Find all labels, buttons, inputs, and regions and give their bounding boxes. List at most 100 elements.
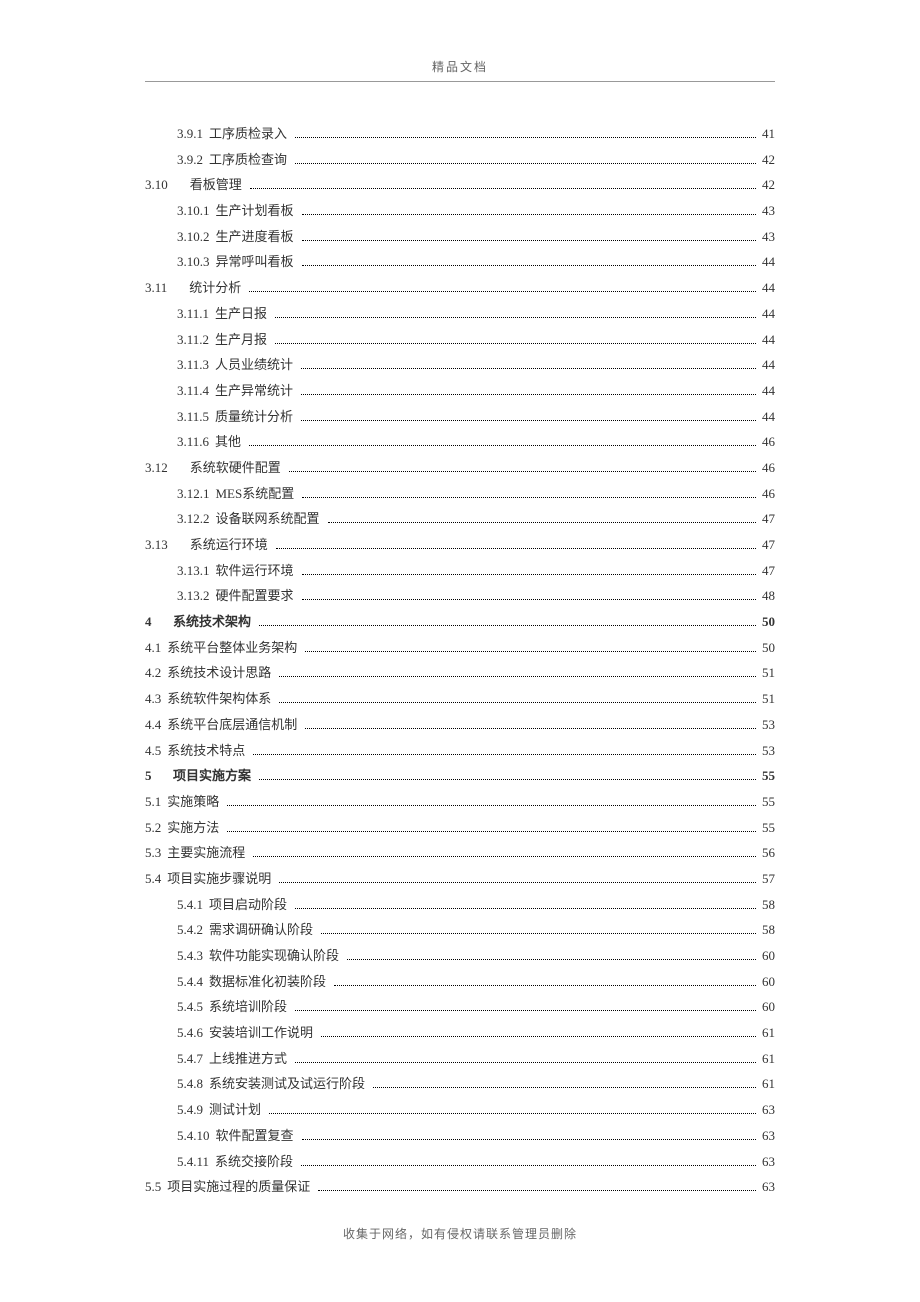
toc-entry-number: 3.12	[145, 456, 168, 481]
toc-entry-page: 55	[762, 816, 775, 841]
toc-entry-number: 5.2	[145, 816, 161, 841]
toc-entry-label: 异常呼叫看板	[216, 250, 294, 275]
toc-entry[interactable]: 5.5项目实施过程的质量保证63	[145, 1175, 775, 1200]
toc-entry-number: 3.11.2	[177, 328, 209, 353]
toc-entry-label: 生产异常统计	[215, 379, 293, 404]
toc-entry-page: 44	[762, 379, 775, 404]
toc-leader-dots	[289, 471, 756, 472]
toc-entry-page: 44	[762, 353, 775, 378]
toc-entry-number: 4.4	[145, 713, 161, 738]
toc-entry[interactable]: 3.11.1生产日报44	[145, 302, 775, 327]
toc-entry[interactable]: 5.4.1项目启动阶段58	[145, 893, 775, 918]
toc-entry-number: 4.2	[145, 661, 161, 686]
toc-leader-dots	[295, 137, 756, 138]
toc-entry[interactable]: 5.3主要实施流程56	[145, 841, 775, 866]
toc-leader-dots	[301, 368, 756, 369]
toc-entry[interactable]: 5.4.3软件功能实现确认阶段60	[145, 944, 775, 969]
toc-entry-label: 项目实施步骤说明	[167, 867, 271, 892]
toc-entry[interactable]: 5.4.7上线推进方式61	[145, 1047, 775, 1072]
toc-entry[interactable]: 3.13.2硬件配置要求48	[145, 584, 775, 609]
toc-entry[interactable]: 5.4.5系统培训阶段60	[145, 995, 775, 1020]
toc-leader-dots	[249, 445, 756, 446]
page-footer: 收集于网络，如有侵权请联系管理员删除	[0, 1225, 920, 1242]
toc-entry[interactable]: 5.4.4数据标准化初装阶段60	[145, 970, 775, 995]
toc-entry[interactable]: 4系统技术架构50	[145, 610, 775, 635]
toc-entry-label: 工序质检查询	[209, 148, 287, 173]
toc-entry[interactable]: 5.1实施策略55	[145, 790, 775, 815]
toc-entry-label: 系统技术设计思路	[167, 661, 271, 686]
toc-entry[interactable]: 5.4.6安装培训工作说明61	[145, 1021, 775, 1046]
toc-entry[interactable]: 3.13.1软件运行环境47	[145, 559, 775, 584]
toc-entry-label: 系统技术架构	[173, 610, 251, 635]
toc-entry-label: 数据标准化初装阶段	[209, 970, 326, 995]
toc-leader-dots	[276, 548, 756, 549]
toc-leader-dots	[279, 882, 756, 883]
toc-entry[interactable]: 4.4系统平台底层通信机制53	[145, 713, 775, 738]
toc-entry-number: 3.13	[145, 533, 168, 558]
toc-entry[interactable]: 5项目实施方案55	[145, 764, 775, 789]
toc-entry[interactable]: 3.10.2生产进度看板43	[145, 225, 775, 250]
toc-entry[interactable]: 3.11.6其他46	[145, 430, 775, 455]
toc-entry-label: 系统交接阶段	[215, 1150, 293, 1175]
toc-entry-number: 3.11.6	[177, 430, 209, 455]
toc-entry[interactable]: 3.10.3异常呼叫看板44	[145, 250, 775, 275]
toc-entry-page: 60	[762, 970, 775, 995]
document-page: 精品文档 3.9.1工序质检录入413.9.2工序质检查询423.10看板管理4…	[0, 0, 920, 1302]
toc-leader-dots	[269, 1113, 756, 1114]
toc-entry-page: 56	[762, 841, 775, 866]
toc-entry[interactable]: 5.4项目实施步骤说明57	[145, 867, 775, 892]
toc-entry[interactable]: 3.11.3人员业绩统计44	[145, 353, 775, 378]
toc-entry-number: 5.4.7	[177, 1047, 203, 1072]
toc-entry-label: 项目启动阶段	[209, 893, 287, 918]
toc-entry-label: 系统平台整体业务架构	[167, 636, 297, 661]
toc-entry-number: 3.11	[145, 276, 167, 301]
toc-entry[interactable]: 5.2实施方法55	[145, 816, 775, 841]
toc-leader-dots	[250, 188, 756, 189]
toc-entry-label: 生产进度看板	[216, 225, 294, 250]
toc-entry-page: 43	[762, 199, 775, 224]
toc-entry[interactable]: 4.2系统技术设计思路51	[145, 661, 775, 686]
toc-entry-page: 46	[762, 482, 775, 507]
toc-entry[interactable]: 3.11统计分析44	[145, 276, 775, 301]
toc-entry[interactable]: 5.4.11系统交接阶段63	[145, 1150, 775, 1175]
toc-entry[interactable]: 3.10.1生产计划看板43	[145, 199, 775, 224]
toc-entry-label: 系统平台底层通信机制	[167, 713, 297, 738]
toc-entry[interactable]: 3.12.2设备联网系统配置47	[145, 507, 775, 532]
toc-entry-page: 50	[762, 610, 775, 635]
toc-entry-number: 3.11.4	[177, 379, 209, 404]
toc-entry-page: 47	[762, 559, 775, 584]
toc-leader-dots	[302, 497, 756, 498]
toc-entry-page: 43	[762, 225, 775, 250]
toc-entry[interactable]: 3.9.2工序质检查询42	[145, 148, 775, 173]
toc-entry-number: 5.4.3	[177, 944, 203, 969]
toc-entry[interactable]: 4.1系统平台整体业务架构50	[145, 636, 775, 661]
toc-entry[interactable]: 5.4.2需求调研确认阶段58	[145, 918, 775, 943]
toc-entry[interactable]: 3.12.1MES系统配置46	[145, 482, 775, 507]
toc-entry[interactable]: 3.11.2生产月报44	[145, 328, 775, 353]
toc-entry-label: MES系统配置	[216, 482, 295, 507]
toc-entry[interactable]: 3.9.1工序质检录入41	[145, 122, 775, 147]
toc-entry-label: 软件配置复查	[216, 1124, 294, 1149]
toc-entry[interactable]: 3.13系统运行环境47	[145, 533, 775, 558]
toc-entry[interactable]: 3.11.4生产异常统计 44	[145, 379, 775, 404]
toc-leader-dots	[279, 676, 756, 677]
toc-leader-dots	[302, 599, 756, 600]
toc-entry-page: 44	[762, 405, 775, 430]
toc-entry[interactable]: 3.11.5质量统计分析44	[145, 405, 775, 430]
toc-entry-number: 5.4.9	[177, 1098, 203, 1123]
toc-entry[interactable]: 5.4.9测试计划63	[145, 1098, 775, 1123]
toc-entry-page: 44	[762, 328, 775, 353]
toc-entry-label: 上线推进方式	[209, 1047, 287, 1072]
toc-entry-label: 需求调研确认阶段	[209, 918, 313, 943]
toc-entry[interactable]: 4.5系统技术特点53	[145, 739, 775, 764]
toc-leader-dots	[302, 240, 756, 241]
toc-entry[interactable]: 5.4.8系统安装测试及试运行阶段61	[145, 1072, 775, 1097]
toc-entry[interactable]: 3.12系统软硬件配置46	[145, 456, 775, 481]
toc-leader-dots	[301, 420, 756, 421]
toc-leader-dots	[295, 1062, 756, 1063]
toc-entry[interactable]: 5.4.10软件配置复查63	[145, 1124, 775, 1149]
toc-entry[interactable]: 4.3系统软件架构体系51	[145, 687, 775, 712]
toc-entry-page: 53	[762, 739, 775, 764]
toc-entry[interactable]: 3.10看板管理42	[145, 173, 775, 198]
toc-entry-page: 44	[762, 276, 775, 301]
